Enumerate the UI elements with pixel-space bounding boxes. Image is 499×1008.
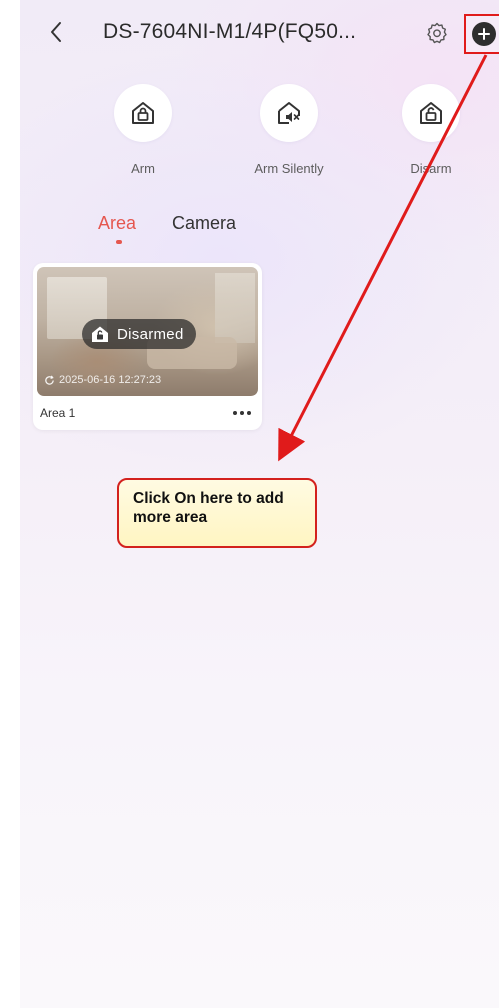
annotation-arrow: [278, 54, 488, 462]
app-screen: DS-7604NI-M1/4P(FQ50... Arm Arm Silently…: [20, 0, 499, 1008]
